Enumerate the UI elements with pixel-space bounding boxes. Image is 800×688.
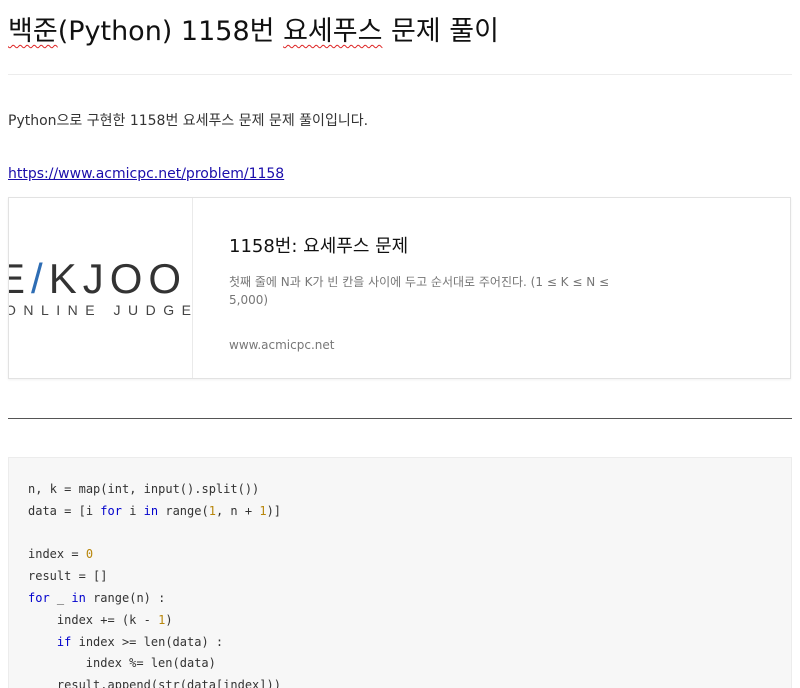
code-block: n, k = map(int, input().split()) data = [… (8, 457, 792, 688)
code-line: index %= len(data) (85, 656, 216, 671)
logo-text-suffix: KJOO (48, 255, 188, 302)
logo-text-prefix: E (9, 255, 31, 302)
code-line: n, k = map(int, input().split()) (28, 482, 260, 496)
blog-post-page: 백준(Python) 1158번 요세푸스 문제 풀이 Python으로 구현한… (0, 0, 800, 688)
link-preview-thumbnail: E/KJOO ONLINE JUDGE (9, 198, 193, 378)
code-line: data = [i for i in range(1, n + 1)] (28, 503, 282, 518)
code-line: if index >= len(data) : (56, 634, 224, 649)
code-line: index += (k - 1) (56, 612, 173, 627)
horizontal-rule (8, 418, 792, 419)
link-preview-card[interactable]: E/KJOO ONLINE JUDGE 1158번: 요세푸스 문제 첫째 줄에… (8, 197, 791, 379)
post-title-part-4: 문제 풀이 (382, 16, 499, 47)
link-preview-description: 첫째 줄에 N과 K가 빈 칸을 사이에 두고 순서대로 주어진다. (1 ≤ … (229, 275, 610, 307)
link-preview-title: 1158번: 요세푸스 문제 (229, 236, 409, 257)
logo-subtitle: ONLINE JUDGE (9, 302, 193, 318)
title-divider (8, 74, 792, 75)
code-line: index = 0 (28, 547, 94, 562)
logo-text-accent: / (31, 255, 49, 302)
post-intro: Python으로 구현한 1158번 요세푸스 문제 문제 풀이입니다. (8, 113, 369, 129)
post-title: 백준(Python) 1158번 요세푸스 문제 풀이 (8, 12, 499, 52)
post-title-part-2: (Python) 1158번 (57, 16, 284, 47)
post-title-part-3: 요세푸스 (283, 16, 383, 47)
code-line: for _ in range(n) : (28, 590, 166, 605)
link-preview-host: www.acmicpc.net (229, 338, 335, 352)
post-title-part-1: 백준 (8, 16, 58, 47)
code-line: result.append(str(data[index])) (56, 678, 281, 688)
code-line: result = [] (28, 569, 108, 584)
baekjoon-logo: E/KJOO (9, 255, 187, 303)
problem-link[interactable]: https://www.acmicpc.net/problem/1158 (8, 164, 284, 184)
